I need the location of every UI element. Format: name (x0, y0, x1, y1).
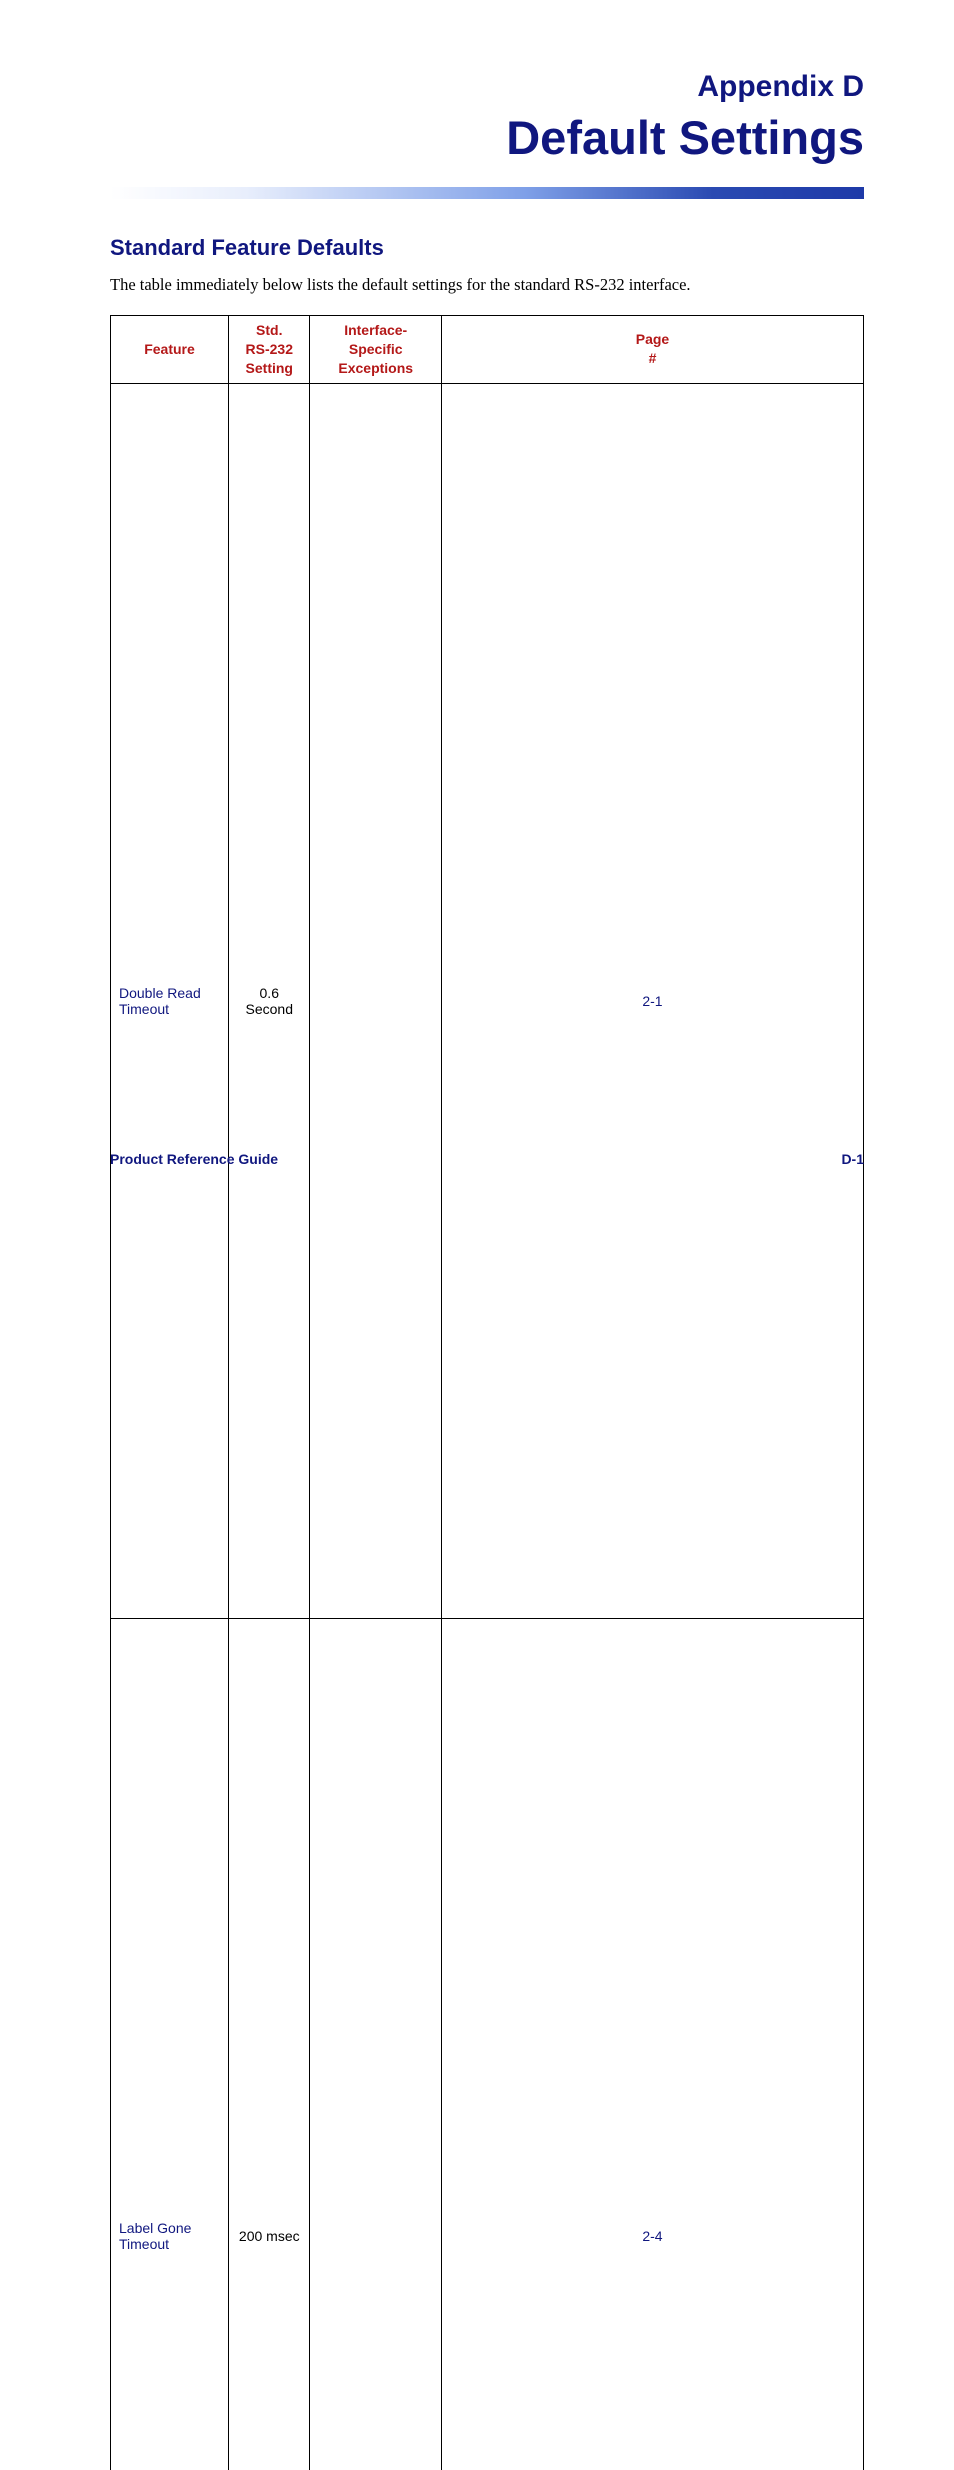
cell-exceptions (310, 383, 441, 1618)
footer-right: D-1 (841, 1151, 864, 1167)
section-heading: Standard Feature Defaults (110, 235, 864, 261)
table-row: Double Read Timeout0.6 Second 2-1 (111, 383, 864, 1618)
page-footer: Product Reference Guide D-1 (110, 1151, 864, 1167)
table-body: Double Read Timeout0.6 Second2-1Label Go… (111, 383, 864, 2470)
col-setting: Std.RS-232Setting (229, 316, 310, 384)
cell-page[interactable]: 2-1 (441, 383, 863, 1618)
intro-text: The table immediately below lists the de… (110, 275, 864, 295)
page: Appendix D Default Settings Standard Fea… (0, 0, 954, 1235)
table-row: Label Gone Timeout200 msec 2-4 (111, 1618, 864, 2470)
table-wrap: Feature Std.RS-232Setting Interface-Spec… (110, 315, 864, 2470)
cell-setting: 0.6 Second (229, 383, 310, 1618)
cell-exceptions (310, 1618, 441, 2470)
chapter-title: Default Settings (110, 110, 864, 165)
header-rule (110, 187, 864, 199)
settings-table: Feature Std.RS-232Setting Interface-Spec… (110, 315, 864, 2470)
appendix-label: Appendix D (110, 70, 864, 104)
col-exceptions: Interface-SpecificExceptions (310, 316, 441, 384)
cell-setting: 200 msec (229, 1618, 310, 2470)
cell-page[interactable]: 2-4 (441, 1618, 863, 2470)
footer-left: Product Reference Guide (110, 1151, 278, 1167)
col-feature: Feature (111, 316, 229, 384)
table-header-row: Feature Std.RS-232Setting Interface-Spec… (111, 316, 864, 384)
cell-feature: Double Read Timeout (111, 383, 229, 1618)
col-page: Page# (441, 316, 863, 384)
cell-feature: Label Gone Timeout (111, 1618, 229, 2470)
